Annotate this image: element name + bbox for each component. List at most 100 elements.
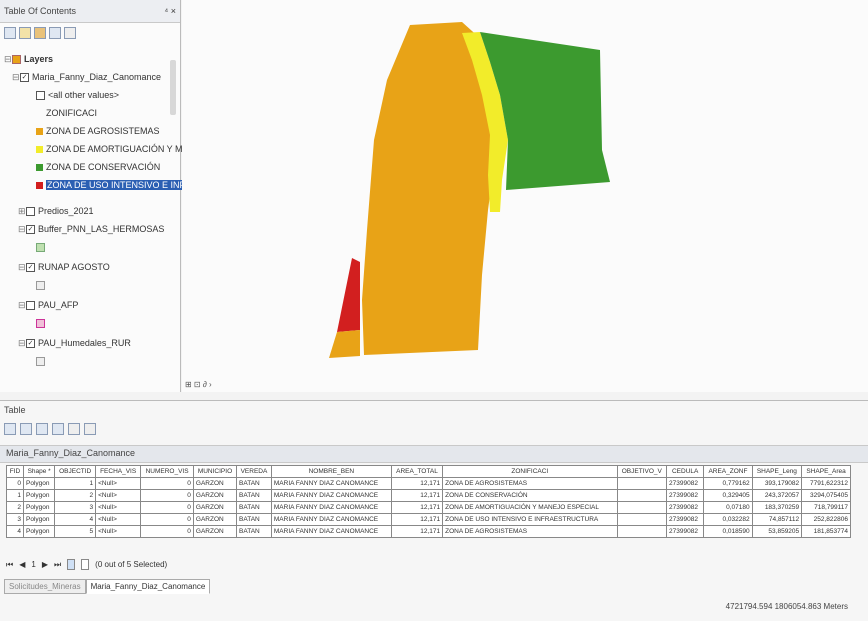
column-header[interactable]: VEREDA (236, 465, 272, 478)
layer-maria-fanny[interactable]: ⊟ ✓ Maria_Fanny_Diaz_Canomance (12, 70, 161, 84)
column-header[interactable]: NUMERO_VIS (140, 465, 194, 478)
table-cell[interactable]: GARZON (192, 489, 238, 502)
tab-solicitudes-mineras[interactable]: Solicitudes_Mineras (4, 579, 86, 594)
column-header[interactable]: ZONIFICACI (442, 465, 618, 478)
layer-predios[interactable]: ⊞ Predios_2021 (18, 204, 94, 218)
options-icon[interactable] (64, 27, 76, 39)
first-record-icon[interactable]: ⏮ (6, 560, 13, 570)
switch-selection-icon[interactable] (52, 423, 64, 435)
list-by-source-icon[interactable] (19, 27, 31, 39)
list-by-drawing-order-icon[interactable] (4, 27, 16, 39)
column-header[interactable]: Shape * (22, 465, 56, 478)
table-cell[interactable]: MARIA FANNY DIAZ CANOMANCE (270, 525, 392, 538)
table-cell[interactable]: <Null> (95, 489, 142, 502)
table-cell[interactable]: 3294,075405 (801, 489, 851, 502)
column-header[interactable]: AREA_ZONF (703, 465, 753, 478)
layers-root[interactable]: ⊟ Layers (4, 52, 53, 66)
table-cell[interactable]: 0,07180 (703, 501, 753, 514)
table-cell[interactable]: 3 (54, 501, 97, 514)
table-cell[interactable]: BATAN (236, 477, 272, 490)
table-row[interactable]: 2 Polygon 3 <Null> 0 GARZON BATAN MARIA FANNY D… (6, 501, 851, 514)
table-row[interactable]: 0 Polygon 1 <Null> 0 GARZON BATAN MARIA FANNY D… (6, 477, 851, 490)
collapse-icon[interactable]: ⊟ (18, 260, 26, 274)
table-cell[interactable]: ZONA DE AGROSISTEMAS (442, 477, 618, 490)
delete-selected-icon[interactable] (84, 423, 96, 435)
table-cell[interactable]: GARZON (192, 501, 238, 514)
table-cell[interactable]: 183,370259 (751, 501, 803, 514)
layer-runap[interactable]: ⊟ ✓ RUNAP AGOSTO (18, 260, 110, 274)
map-status-bar[interactable]: ⊞ ⊡ ∂ › (185, 380, 212, 389)
table-cell[interactable]: Polygon (22, 477, 56, 490)
related-tables-icon[interactable] (20, 423, 32, 435)
table-cell[interactable]: 27399082 (666, 513, 705, 526)
column-header[interactable]: OBJECTID (54, 465, 97, 478)
select-by-attributes-icon[interactable] (36, 423, 48, 435)
table-cell[interactable]: <Null> (95, 477, 142, 490)
table-cell[interactable]: 12,171 (390, 477, 444, 490)
table-cell[interactable]: BATAN (236, 513, 272, 526)
pin-close-icon[interactable]: ⁴ × (164, 0, 176, 22)
list-by-selection-icon[interactable] (49, 27, 61, 39)
collapse-icon[interactable]: ⊟ (4, 52, 12, 66)
layer-checkbox[interactable] (26, 207, 35, 217)
next-record-icon[interactable]: ▶ (42, 560, 48, 569)
table-row[interactable]: 3 Polygon 4 <Null> 0 GARZON BATAN MARIA FANNY D… (6, 513, 851, 526)
table-cell[interactable]: 0 (140, 489, 194, 502)
table-cell[interactable]: ZONA DE AGROSISTEMAS (442, 525, 618, 538)
table-cell[interactable]: 27399082 (666, 489, 705, 502)
table-cell[interactable]: 2 (54, 489, 97, 502)
table-cell[interactable]: 0,779162 (703, 477, 753, 490)
table-cell[interactable]: 243,372057 (751, 489, 803, 502)
table-cell[interactable]: 0 (140, 525, 194, 538)
table-cell[interactable]: 0 (140, 477, 194, 490)
layer-checkbox[interactable]: ✓ (26, 263, 35, 273)
table-options-icon[interactable] (4, 423, 16, 435)
table-cell[interactable]: 393,179082 (751, 477, 803, 490)
table-cell[interactable]: <Null> (95, 501, 142, 514)
table-cell[interactable]: 7791,622312 (801, 477, 851, 490)
table-cell[interactable]: MARIA FANNY DIAZ CANOMANCE (270, 477, 392, 490)
column-header[interactable]: FECHA_VIS (95, 465, 142, 478)
tab-maria-fanny[interactable]: Maria_Fanny_Diaz_Canomance (85, 579, 211, 594)
table-cell[interactable]: 181,853774 (801, 525, 851, 538)
collapse-icon[interactable]: ⊟ (18, 336, 26, 350)
layer-checkbox[interactable]: ✓ (26, 339, 35, 349)
table-cell[interactable]: 0,018590 (703, 525, 753, 538)
prev-record-icon[interactable]: ◀ (19, 560, 25, 569)
table-cell[interactable]: ZONA DE USO INTENSIVO E INFRAESTRUCTURA (442, 513, 618, 526)
table-cell[interactable] (616, 513, 668, 526)
table-row[interactable]: 1 Polygon 2 <Null> 0 GARZON BATAN MARIA FANNY D… (6, 489, 851, 502)
table-cell[interactable]: 2 (6, 501, 24, 514)
table-cell[interactable]: 12,171 (390, 501, 444, 514)
table-cell[interactable]: GARZON (192, 513, 238, 526)
table-cell[interactable]: MARIA FANNY DIAZ CANOMANCE (270, 501, 392, 514)
layer-checkbox[interactable]: ✓ (26, 225, 35, 235)
expand-icon[interactable]: ⊞ (18, 204, 26, 218)
table-cell[interactable]: 4 (6, 525, 24, 538)
table-cell[interactable]: MARIA FANNY DIAZ CANOMANCE (270, 489, 392, 502)
table-cell[interactable]: ZONA DE CONSERVACIÓN (442, 489, 618, 502)
clear-selection-icon[interactable] (68, 423, 80, 435)
legend-uso-intensivo[interactable]: ZONA DE USO INTENSIVO E INFR (36, 178, 193, 192)
table-cell[interactable]: 12,171 (390, 513, 444, 526)
table-cell[interactable]: 0 (140, 501, 194, 514)
table-cell[interactable]: <Null> (95, 513, 142, 526)
table-cell[interactable]: Polygon (22, 513, 56, 526)
list-by-visibility-icon[interactable] (34, 27, 46, 39)
map-canvas[interactable] (182, 0, 868, 392)
table-cell[interactable]: MARIA FANNY DIAZ CANOMANCE (270, 513, 392, 526)
table-cell[interactable]: 12,171 (390, 489, 444, 502)
table-cell[interactable]: 3 (6, 513, 24, 526)
table-cell[interactable]: 718,799117 (801, 501, 851, 514)
table-cell[interactable]: GARZON (192, 525, 238, 538)
layer-checkbox[interactable]: ✓ (20, 73, 29, 83)
collapse-icon[interactable]: ⊟ (18, 222, 26, 236)
table-cell[interactable]: GARZON (192, 477, 238, 490)
table-cell[interactable] (616, 501, 668, 514)
table-cell[interactable] (616, 489, 668, 502)
table-cell[interactable]: 5 (54, 525, 97, 538)
column-header[interactable]: OBJETIVO_V (616, 465, 668, 478)
table-cell[interactable]: 74,857112 (751, 513, 803, 526)
table-row[interactable]: 4 Polygon 5 <Null> 0 GARZON BATAN MARIA FANNY D… (6, 525, 851, 538)
table-cell[interactable]: BATAN (236, 501, 272, 514)
